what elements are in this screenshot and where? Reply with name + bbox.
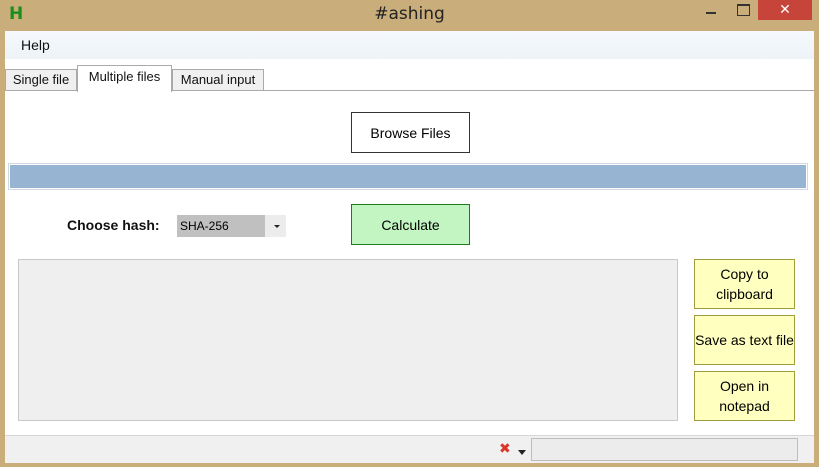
hash-output-textarea[interactable] <box>18 259 678 421</box>
error-x-icon[interactable]: ✖ <box>499 441 511 457</box>
maximize-button[interactable] <box>729 0 757 20</box>
choose-hash-label: Choose hash: <box>67 217 160 233</box>
status-bar: ✖ <box>5 435 814 463</box>
minimize-button[interactable] <box>697 0 725 20</box>
close-button[interactable]: ✕ <box>758 0 812 20</box>
maximize-icon <box>736 4 750 16</box>
minimize-icon <box>706 12 716 14</box>
calculate-button[interactable]: Calculate <box>351 204 470 245</box>
copy-to-clipboard-button[interactable]: Copy to clipboard <box>694 259 795 309</box>
open-in-notepad-button[interactable]: Open in notepad <box>694 371 795 421</box>
app-window: H #ashing ✕ Help Single file Multiple fi… <box>0 0 819 467</box>
chevron-down-icon <box>274 225 280 228</box>
save-as-text-file-button[interactable]: Save as text file <box>694 315 795 365</box>
tab-strip: Single file Multiple files Manual input <box>5 65 814 92</box>
tab-multiple-files[interactable]: Multiple files <box>77 65 172 92</box>
progress-bar <box>8 163 808 190</box>
client-area: Help Single file Multiple files Manual i… <box>5 31 814 463</box>
progress-fill <box>10 165 806 188</box>
title-bar[interactable]: H #ashing ✕ <box>0 0 819 30</box>
close-icon: ✕ <box>779 2 791 18</box>
hash-select[interactable]: SHA-256 <box>177 215 286 237</box>
dropdown-arrow-icon[interactable] <box>518 450 526 455</box>
browse-files-button[interactable]: Browse Files <box>351 112 470 153</box>
menu-help[interactable]: Help <box>21 37 50 53</box>
menu-bar: Help <box>5 31 814 59</box>
tab-manual-input[interactable]: Manual input <box>172 69 264 91</box>
status-text-field <box>531 438 798 461</box>
tab-single-file[interactable]: Single file <box>5 69 77 91</box>
hash-select-value: SHA-256 <box>177 215 265 237</box>
